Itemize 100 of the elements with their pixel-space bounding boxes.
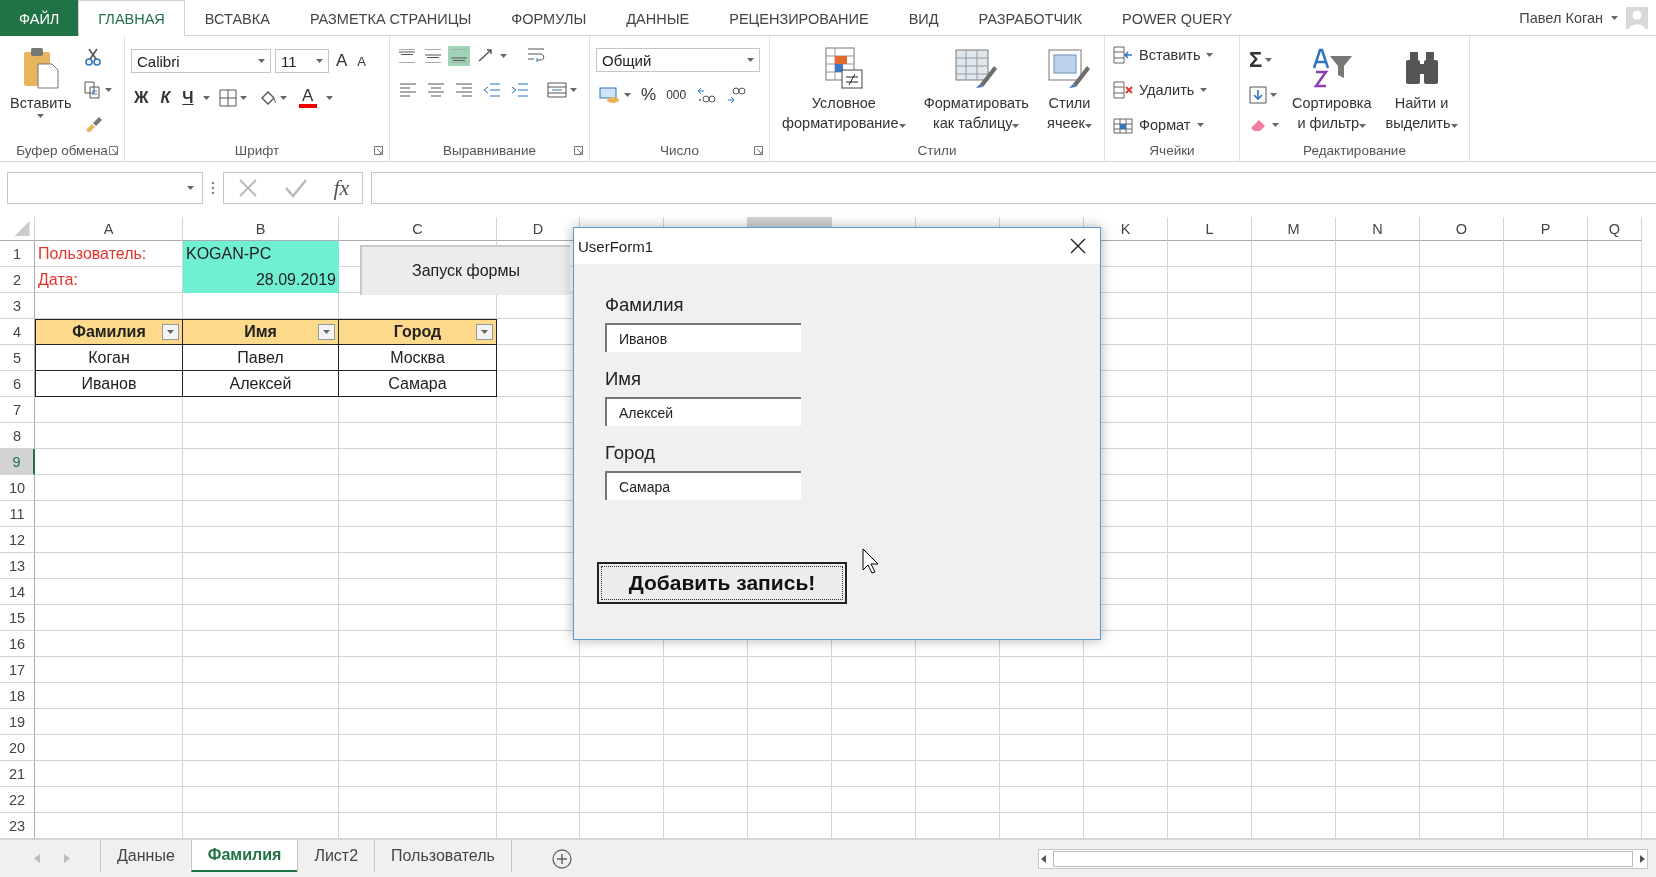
font-size-select[interactable]: 11	[275, 49, 329, 73]
formula-input[interactable]	[371, 171, 1656, 204]
editing-button[interactable]: Сортировка и фильтр	[1288, 40, 1376, 140]
table-cell: Самара	[339, 371, 497, 397]
filter-button[interactable]	[318, 324, 335, 340]
ribbon-tab[interactable]: ВСТАВКА	[184, 0, 290, 36]
caret-icon	[323, 330, 330, 334]
caret-icon	[105, 88, 113, 92]
filter-button[interactable]	[476, 324, 493, 340]
vertical-align-button[interactable]	[422, 46, 444, 66]
insert-function-button[interactable]: fx	[333, 174, 350, 201]
table-cell-text: Пользователь:	[37, 244, 148, 264]
scroll-thumb[interactable]	[1053, 850, 1633, 867]
percent-button[interactable]: %	[638, 82, 660, 108]
group-title: Ячейки	[1149, 143, 1195, 158]
font-color-button[interactable]: A	[295, 84, 320, 111]
editing-button[interactable]: Найти и выделить	[1381, 40, 1462, 140]
ribbon-tab[interactable]: РЕЦЕНЗИРОВАНИЕ	[709, 0, 889, 36]
merge-cells-icon	[547, 81, 567, 99]
paste-button[interactable]: Вставить	[6, 40, 76, 140]
copy-icon	[84, 81, 103, 99]
ribbon-tab[interactable]: ФАЙЛ	[0, 0, 79, 36]
dialog-launcher-icon[interactable]	[374, 146, 383, 155]
scroll-left-icon[interactable]	[1039, 853, 1049, 864]
scroll-right-icon[interactable]	[1637, 853, 1647, 864]
cells-button[interactable]: Вставить	[1111, 43, 1233, 66]
ribbon-tab[interactable]: ВИД	[888, 0, 959, 36]
ribbon-tab[interactable]: ГЛАВНАЯ	[78, 0, 185, 36]
caret-icon	[1272, 123, 1279, 128]
vertical-align-button[interactable]	[448, 46, 470, 66]
caret-icon	[187, 185, 194, 190]
underline-button[interactable]: Ч	[179, 85, 197, 110]
column-header[interactable]: P	[1504, 217, 1588, 241]
cells-button[interactable]: Формат	[1111, 114, 1233, 137]
column-header[interactable]: Q	[1588, 217, 1642, 241]
dialog-launcher-icon[interactable]	[109, 146, 118, 155]
mouse-pointer-icon	[862, 548, 880, 574]
ribbon-tab[interactable]: POWER QUERY	[1101, 0, 1253, 36]
styles-button[interactable]: Форматировать как таблицу	[919, 40, 1033, 140]
table-cell: Павел	[183, 345, 339, 371]
column-header[interactable]: C	[339, 217, 497, 241]
number-format-select[interactable]: Общий	[596, 48, 760, 72]
styles-button[interactable]: Условное форматирование	[778, 40, 910, 140]
horizontal-scrollbar[interactable]	[1038, 848, 1648, 869]
column-header[interactable]: D	[497, 217, 580, 241]
table-cell: Имя	[183, 319, 339, 345]
caret-icon	[1450, 123, 1458, 128]
column-header[interactable]: O	[1420, 217, 1504, 241]
grow-font-button[interactable]: A	[333, 48, 351, 74]
table-cell: Город	[339, 319, 497, 345]
conditional-formatting-icon	[823, 46, 864, 90]
font-name-select[interactable]: Calibri	[131, 49, 271, 73]
filter-button[interactable]	[162, 324, 179, 340]
caret-icon	[1270, 93, 1277, 97]
sheet-tab[interactable]: Фамилия	[190, 839, 298, 872]
input-field[interactable]: Алексей	[605, 397, 801, 426]
input-field[interactable]: Самара	[605, 471, 801, 500]
thousands-button[interactable]: 000	[663, 85, 690, 105]
caret-icon	[1265, 57, 1273, 62]
column-header[interactable]: M	[1252, 217, 1336, 241]
add-record-button[interactable]: Добавить запись!	[597, 562, 847, 604]
macro-button[interactable]: Запуск формы	[360, 245, 570, 295]
caret-icon	[1200, 88, 1208, 92]
delete-cells-icon	[1113, 81, 1133, 99]
field-label: Фамилия	[605, 294, 685, 316]
ribbon-tab[interactable]: ДАННЫЕ	[606, 0, 710, 36]
group-title: Шрифт	[234, 143, 280, 158]
outdent-icon	[483, 81, 501, 99]
ribbon-tab[interactable]: РАЗРАБОТЧИК	[958, 0, 1102, 36]
select-all-icon[interactable]	[0, 217, 35, 241]
table-cell-text: Дата:	[37, 270, 79, 290]
add-sheet-icon[interactable]	[551, 848, 572, 869]
cells-button[interactable]: Удалить	[1111, 79, 1233, 101]
caret-icon	[624, 93, 631, 97]
account-button[interactable]: Павел Коган	[1513, 0, 1656, 35]
bold-button[interactable]: Ж	[131, 85, 152, 110]
row-header[interactable]: 9	[0, 449, 35, 475]
input-field[interactable]: Иванов	[605, 323, 801, 352]
caret-icon	[500, 54, 507, 58]
brush-icon	[84, 114, 103, 133]
column-header[interactable]: L	[1168, 217, 1252, 241]
ribbon-tab[interactable]: РАЗМЕТКА СТРАНИЦЫ	[289, 0, 492, 36]
styles-button[interactable]: Стили ячеек	[1043, 40, 1096, 140]
italic-button[interactable]: К	[157, 85, 174, 110]
column-header[interactable]: N	[1336, 217, 1420, 241]
dialog-launcher-icon[interactable]	[754, 146, 763, 155]
vertical-align-button[interactable]	[396, 46, 418, 66]
caret-icon	[898, 123, 906, 128]
caret-icon	[258, 59, 265, 63]
dialog-launcher-icon[interactable]	[574, 146, 583, 155]
scissors-icon	[84, 47, 103, 66]
autosum-button[interactable]: Σ	[1246, 43, 1282, 76]
more-icon	[211, 180, 215, 195]
lines-icon	[399, 49, 415, 63]
column-header[interactable]: B	[183, 217, 339, 241]
close-icon	[1070, 238, 1086, 254]
caret-icon	[1084, 123, 1092, 128]
column-header[interactable]: A	[35, 217, 183, 241]
shrink-font-button[interactable]: A	[354, 50, 369, 72]
ribbon-tab[interactable]: ФОРМУЛЫ	[491, 0, 607, 36]
